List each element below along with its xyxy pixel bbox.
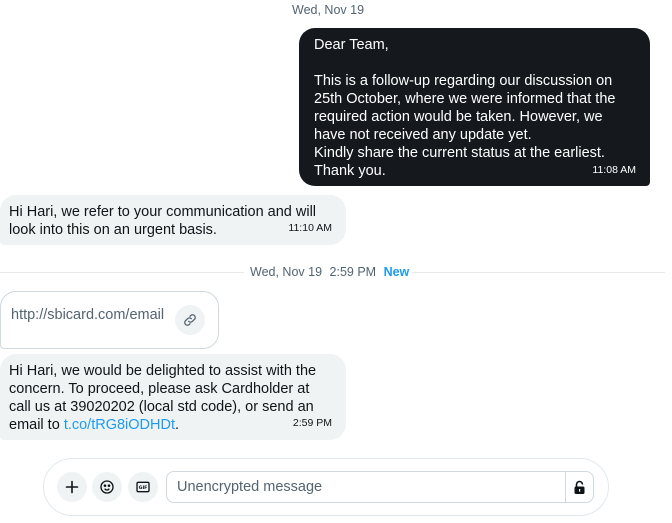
emoji-icon[interactable] [92,472,122,502]
message-input-box[interactable] [166,471,566,503]
message-link[interactable]: t.co/tRG8iODHDt [64,417,175,433]
incoming-message-text-2: Hi Hari, we would be delighted to assist… [9,362,334,434]
link-icon [175,305,205,335]
message-text-end: . [175,417,180,433]
new-badge: New [383,265,410,279]
incoming-message-time: 11:10 AM [288,222,332,234]
date-separator-top: Wed, Nov 19 [292,3,365,17]
incoming-message-text: Hi Hari, we refer to your communication … [9,204,317,238]
incoming-message-bubble-2[interactable]: Hi Hari, we would be delighted to assist… [0,354,346,440]
lock-icon [574,480,584,494]
incoming-message-bubble[interactable]: Hi Hari, we refer to your communication … [0,195,346,245]
incoming-message-time-2: 2:59 PM [292,417,332,429]
encryption-toggle[interactable] [565,471,594,503]
divider-time: 2:59 PM [329,265,377,279]
date-separator-new: Wed, Nov 19 2:59 PM New [250,265,410,279]
gif-icon[interactable]: GIF [128,472,158,502]
outgoing-message-time: 11:08 AM [592,164,636,176]
link-preview-url: http://sbicard.com/email [11,307,165,323]
divider-date: Wed, Nov 19 [250,265,323,279]
message-input[interactable] [167,472,557,502]
outgoing-message-text: Dear Team, This is a follow-up regarding… [314,37,616,179]
divider-line-left [0,272,244,273]
divider-line-right [412,272,665,273]
svg-text:GIF: GIF [139,485,148,491]
plus-icon[interactable] [57,472,87,502]
message-composer: GIF [43,458,609,516]
outgoing-message-bubble[interactable]: Dear Team, This is a follow-up regarding… [299,28,650,186]
